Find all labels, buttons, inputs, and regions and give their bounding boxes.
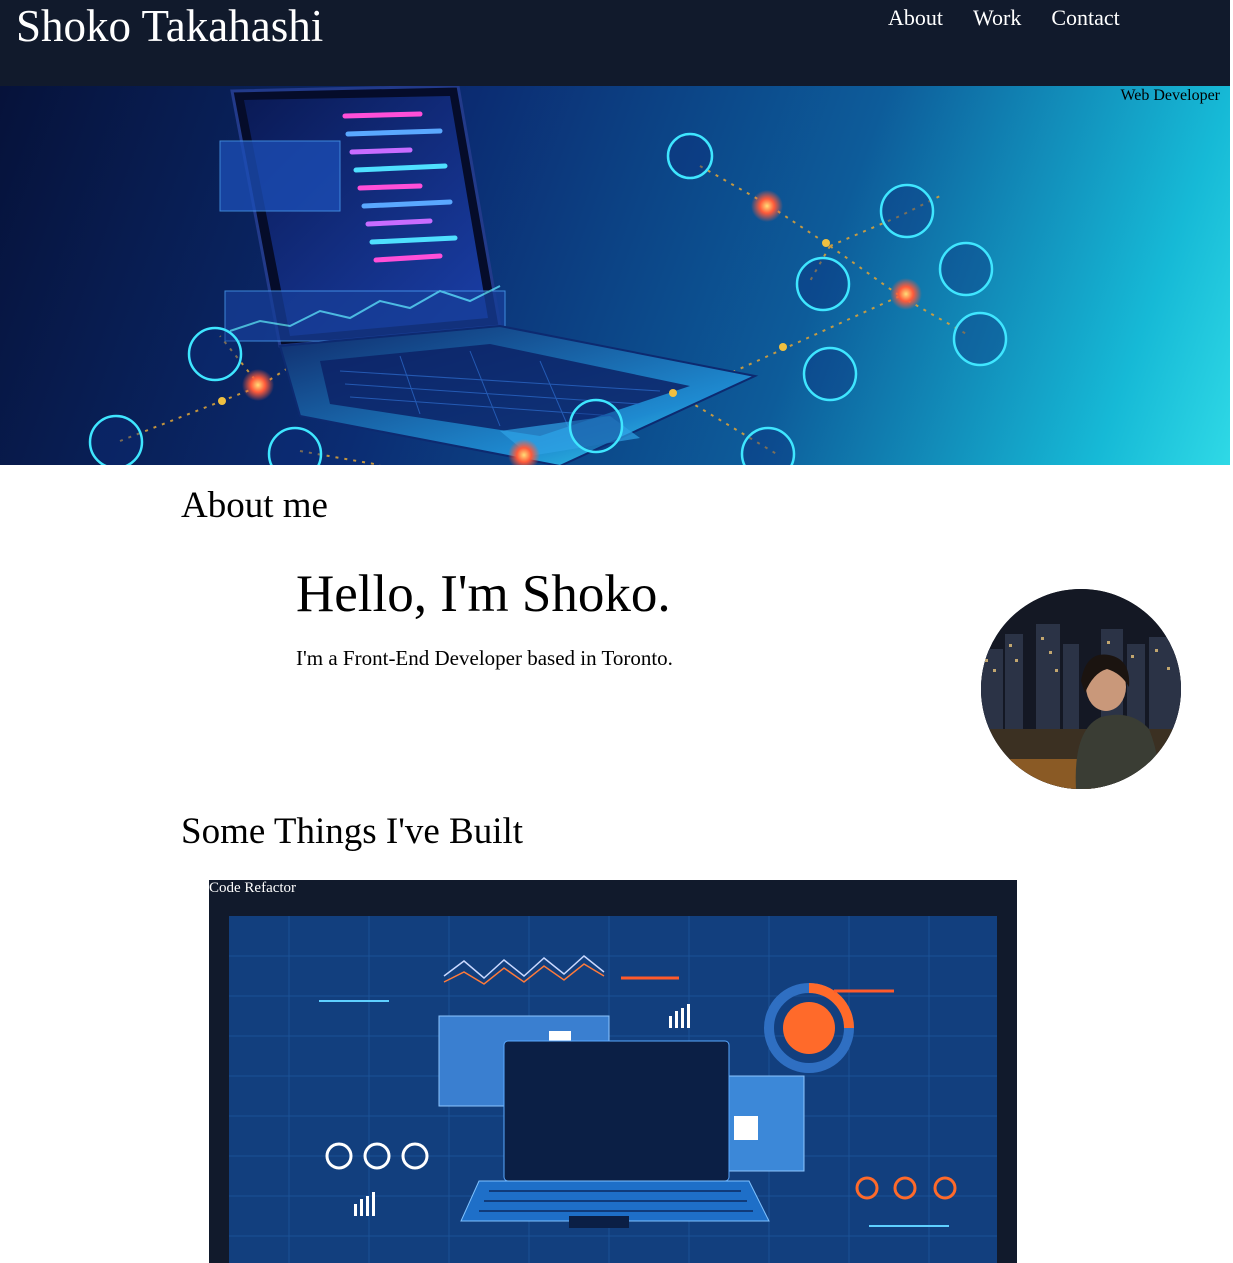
nav-link-work[interactable]: Work	[973, 4, 1021, 32]
hero-banner: Web Developer	[0, 86, 1230, 465]
site-header: Shoko Takahashi About Work Contact	[0, 0, 1230, 86]
intro-text: I'm a Front-End Developer based in Toron…	[296, 646, 673, 670]
project-thumbnail[interactable]	[229, 916, 997, 1263]
page: Shoko Takahashi About Work Contact Web D…	[0, 0, 1233, 1263]
main-nav: About Work Contact	[888, 4, 1120, 32]
project-illustration	[229, 916, 997, 1263]
greeting-heading: Hello, I'm Shoko.	[296, 565, 671, 623]
work-heading: Some Things I've Built	[181, 811, 524, 852]
nav-link-contact[interactable]: Contact	[1051, 4, 1119, 32]
about-heading: About me	[181, 485, 328, 526]
avatar	[981, 589, 1181, 789]
project-card[interactable]: Code Refactor	[209, 880, 1017, 1263]
project-title: Code Refactor	[209, 880, 297, 896]
nav-link-about[interactable]: About	[888, 4, 943, 32]
hero-caption: Web Developer	[1120, 87, 1220, 104]
avatar-photo	[981, 589, 1181, 789]
site-title: Shoko Takahashi	[16, 1, 324, 51]
hero-laptop-illustration	[88, 86, 1008, 465]
